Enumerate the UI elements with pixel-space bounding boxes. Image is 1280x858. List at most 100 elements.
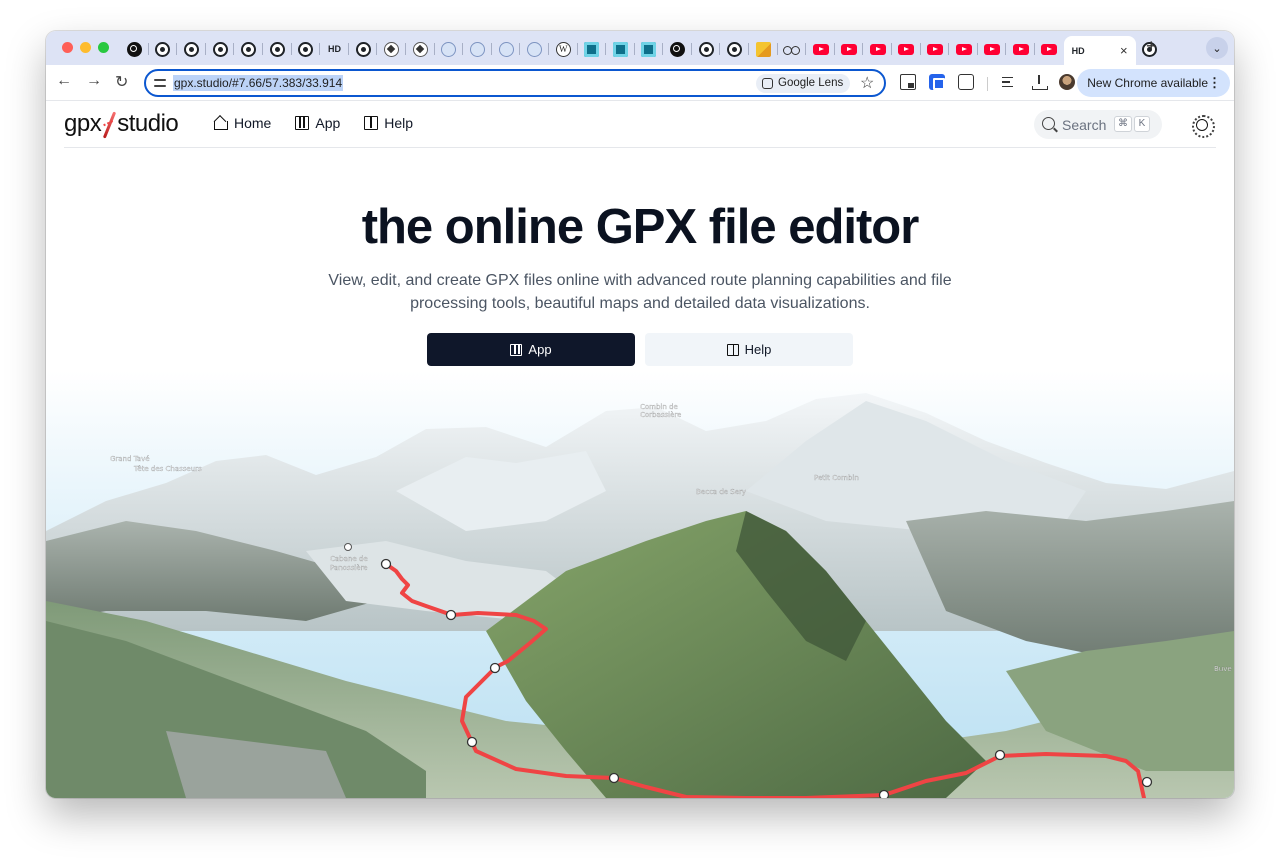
tab[interactable]: HD bbox=[320, 36, 349, 62]
route-waypoint[interactable] bbox=[608, 772, 620, 784]
tab[interactable] bbox=[806, 36, 835, 62]
map-label: Grand Tavé bbox=[110, 455, 150, 463]
gpx-studio-logo[interactable]: gpx studio bbox=[64, 110, 179, 140]
map-icon bbox=[295, 116, 310, 130]
close-tab-icon[interactable]: × bbox=[1120, 43, 1128, 58]
tab[interactable] bbox=[663, 36, 692, 62]
close-window-button[interactable] bbox=[62, 42, 73, 53]
nav-home-link[interactable]: Home bbox=[214, 115, 271, 131]
tab[interactable] bbox=[177, 36, 206, 62]
route-waypoint[interactable] bbox=[994, 749, 1006, 761]
sun-icon[interactable] bbox=[1192, 115, 1215, 138]
route-waypoint[interactable] bbox=[466, 736, 478, 748]
tab[interactable] bbox=[606, 36, 635, 62]
address-bar[interactable]: gpx.studio/#7.66/57.383/33.914 Google Le… bbox=[144, 69, 886, 97]
picture-in-picture-icon[interactable] bbox=[900, 74, 916, 90]
tab[interactable] bbox=[978, 36, 1007, 62]
tab[interactable] bbox=[749, 36, 778, 62]
image-icon bbox=[469, 41, 485, 57]
route-waypoint[interactable] bbox=[489, 662, 501, 674]
tab[interactable] bbox=[435, 36, 464, 62]
site-settings-icon[interactable] bbox=[154, 77, 166, 89]
tab[interactable] bbox=[234, 36, 263, 62]
tab[interactable] bbox=[892, 36, 921, 62]
hero-title: the online GPX file editor bbox=[361, 200, 920, 254]
github-icon bbox=[298, 41, 314, 57]
downloads-icon[interactable] bbox=[1031, 74, 1048, 90]
box-icon bbox=[641, 41, 657, 57]
tab[interactable] bbox=[835, 36, 864, 62]
extension-icon[interactable] bbox=[929, 74, 945, 90]
minimize-window-button[interactable] bbox=[80, 42, 91, 53]
tab[interactable] bbox=[149, 36, 178, 62]
tab[interactable] bbox=[120, 36, 149, 62]
profile-avatar[interactable] bbox=[1059, 74, 1075, 90]
tab[interactable] bbox=[921, 36, 950, 62]
toolbar-divider bbox=[987, 77, 988, 91]
box-icon bbox=[612, 41, 628, 57]
dark-circle-icon bbox=[670, 41, 686, 57]
tab[interactable] bbox=[720, 36, 749, 62]
map-3d-view[interactable]: Grand Tavé Tête des Chasseurs Cabane de … bbox=[46, 371, 1234, 798]
extensions-puzzle-icon[interactable] bbox=[958, 74, 974, 90]
search-placeholder: Search bbox=[1062, 117, 1107, 133]
tab[interactable] bbox=[377, 36, 406, 62]
hut-marker-icon[interactable] bbox=[344, 543, 352, 551]
tab-search-button[interactable]: ⌄ bbox=[1206, 37, 1228, 59]
app-button[interactable]: App bbox=[427, 333, 635, 366]
fullscreen-window-button[interactable] bbox=[98, 42, 109, 53]
route-waypoint[interactable] bbox=[878, 789, 890, 799]
tab[interactable] bbox=[492, 36, 521, 62]
tab[interactable] bbox=[406, 36, 435, 62]
map-label: Becca de Sery bbox=[696, 488, 746, 496]
tab[interactable] bbox=[263, 36, 292, 62]
search-button[interactable]: Search ⌘ K bbox=[1034, 110, 1162, 139]
tab[interactable] bbox=[1006, 36, 1035, 62]
help-button[interactable]: Help bbox=[645, 333, 853, 366]
tab[interactable] bbox=[578, 36, 607, 62]
tab[interactable]: W bbox=[549, 36, 578, 62]
youtube-icon bbox=[1041, 43, 1058, 55]
logo-slash-icon bbox=[102, 111, 116, 137]
main-nav: Home App Help bbox=[214, 115, 437, 131]
active-tab[interactable]: HD × bbox=[1063, 36, 1136, 65]
chrome-update-button[interactable]: New Chrome available ⋮ bbox=[1077, 69, 1230, 97]
tab[interactable] bbox=[778, 36, 807, 62]
bookmark-star-icon[interactable]: ☆ bbox=[860, 73, 874, 93]
route-waypoint[interactable] bbox=[1141, 776, 1153, 788]
nav-app-link[interactable]: App bbox=[295, 115, 340, 131]
tab[interactable] bbox=[949, 36, 978, 62]
new-tab-button[interactable]: + bbox=[1146, 36, 1157, 57]
tab[interactable] bbox=[520, 36, 549, 62]
tab[interactable] bbox=[692, 36, 721, 62]
youtube-icon bbox=[926, 43, 943, 55]
forward-button[interactable]: → bbox=[86, 72, 102, 90]
github-icon bbox=[155, 41, 171, 57]
reload-button[interactable]: ↻ bbox=[115, 72, 128, 92]
youtube-icon bbox=[955, 43, 972, 55]
hd-icon: HD bbox=[1071, 45, 1085, 56]
route-waypoint[interactable] bbox=[445, 609, 457, 621]
update-label: New Chrome available bbox=[1087, 76, 1208, 90]
youtube-icon bbox=[1012, 43, 1029, 55]
logo-text-studio: studio bbox=[117, 110, 179, 137]
app-button-label: App bbox=[528, 342, 552, 357]
tab[interactable] bbox=[635, 36, 664, 62]
tab[interactable] bbox=[463, 36, 492, 62]
tab[interactable] bbox=[349, 36, 378, 62]
url-text[interactable]: gpx.studio/#7.66/57.383/33.914 bbox=[173, 75, 344, 91]
tab[interactable] bbox=[863, 36, 892, 62]
back-button[interactable]: ← bbox=[56, 72, 72, 90]
route-waypoint[interactable] bbox=[380, 558, 392, 570]
tab[interactable] bbox=[206, 36, 235, 62]
tab[interactable] bbox=[1035, 36, 1064, 62]
google-lens-button[interactable]: Google Lens bbox=[756, 74, 851, 93]
tab[interactable] bbox=[292, 36, 321, 62]
more-menu-icon[interactable]: ⋮ bbox=[1208, 69, 1221, 97]
pencil-icon bbox=[755, 41, 771, 57]
reading-list-icon[interactable] bbox=[1002, 74, 1018, 90]
github-icon bbox=[212, 41, 228, 57]
map-label: Cabane de bbox=[330, 555, 368, 563]
image-icon bbox=[527, 41, 543, 57]
nav-help-link[interactable]: Help bbox=[364, 115, 413, 131]
